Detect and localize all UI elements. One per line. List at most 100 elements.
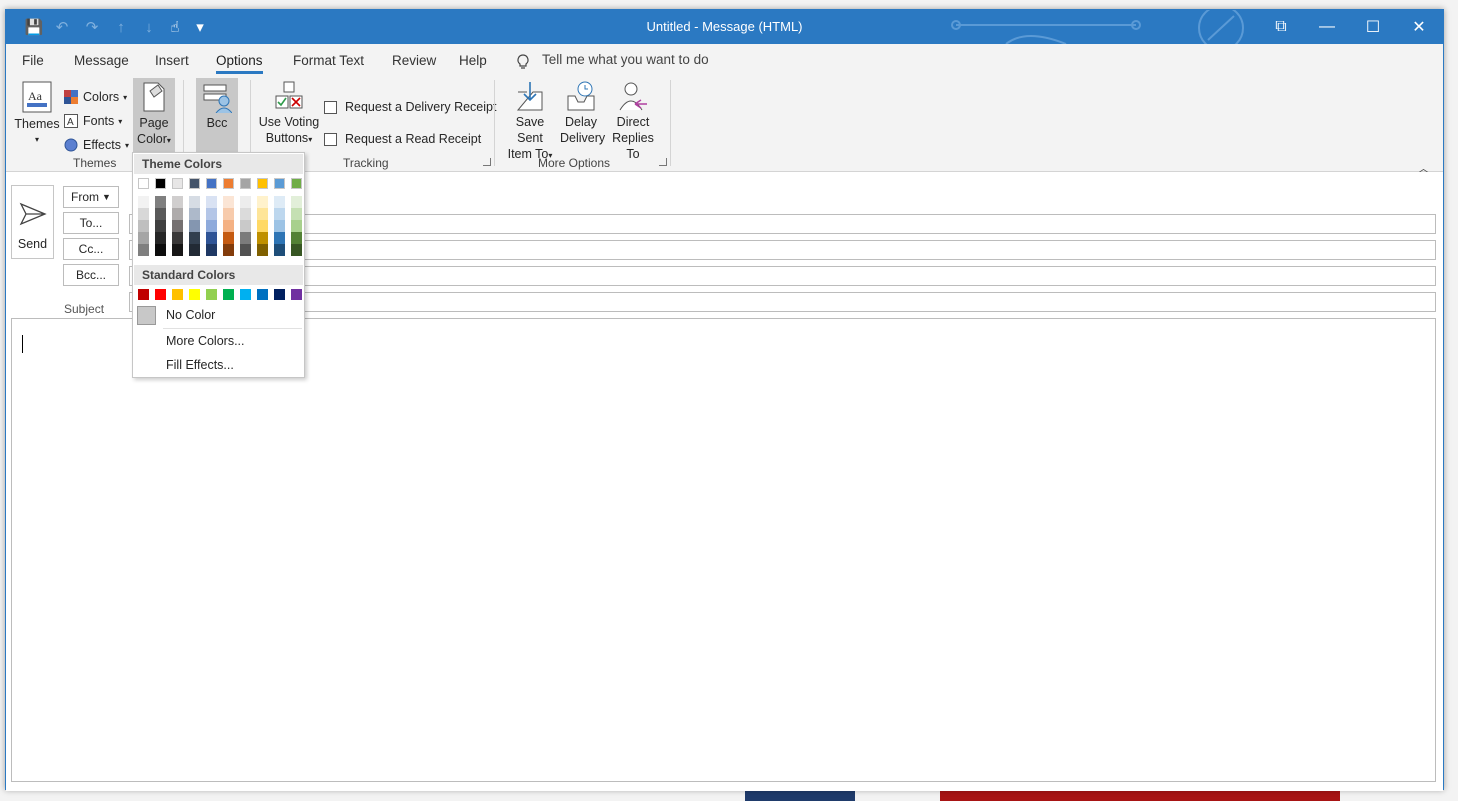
theme-shade-swatch[interactable] [189, 232, 200, 244]
theme-shade-swatch[interactable] [172, 244, 183, 256]
more-options-dialog-launcher-icon[interactable] [659, 158, 667, 166]
theme-color-swatch[interactable] [138, 178, 149, 189]
bcc-toggle-button[interactable]: Bcc [196, 78, 238, 156]
theme-shade-swatch[interactable] [206, 220, 217, 232]
theme-shade-swatch[interactable] [291, 220, 302, 232]
theme-shade-swatch[interactable] [274, 208, 285, 220]
theme-color-swatch[interactable] [189, 178, 200, 189]
theme-shade-swatch[interactable] [206, 196, 217, 208]
bcc-button[interactable]: Bcc... [63, 264, 119, 286]
theme-shade-swatch[interactable] [257, 220, 268, 232]
theme-color-swatch[interactable] [206, 178, 217, 189]
minimize-button[interactable]: — [1304, 10, 1350, 44]
theme-shade-swatch[interactable] [138, 244, 149, 256]
theme-color-swatch[interactable] [240, 178, 251, 189]
themes-button[interactable]: Aa Themes ▾ [14, 80, 60, 148]
theme-shade-swatch[interactable] [189, 208, 200, 220]
no-color-item[interactable]: No Color [166, 308, 215, 322]
tab-help[interactable]: Help [459, 53, 487, 68]
theme-shade-swatch[interactable] [274, 220, 285, 232]
maximize-button[interactable]: ☐ [1350, 10, 1396, 44]
bcc-field[interactable] [129, 266, 1436, 286]
theme-shade-swatch[interactable] [155, 208, 166, 220]
tab-insert[interactable]: Insert [155, 53, 189, 68]
theme-shade-swatch[interactable] [223, 232, 234, 244]
standard-color-swatch[interactable] [138, 289, 149, 300]
theme-shade-swatch[interactable] [257, 196, 268, 208]
theme-shade-swatch[interactable] [291, 208, 302, 220]
theme-shade-swatch[interactable] [189, 244, 200, 256]
theme-shade-swatch[interactable] [240, 244, 251, 256]
theme-color-swatch[interactable] [257, 178, 268, 189]
theme-shade-swatch[interactable] [155, 220, 166, 232]
to-field[interactable] [129, 214, 1436, 234]
voting-buttons-button[interactable]: Use Voting Buttons▾ [258, 80, 320, 148]
theme-color-swatch[interactable] [274, 178, 285, 189]
from-button[interactable]: From ▼ [63, 186, 119, 208]
subject-field[interactable] [129, 292, 1436, 312]
send-button[interactable]: Send [11, 185, 54, 259]
colors-button[interactable]: Colors ▾ [64, 90, 127, 104]
save-sent-item-button[interactable]: Save Sent Item To▾ [502, 80, 558, 164]
close-button[interactable]: ✕ [1396, 10, 1442, 44]
theme-shade-swatch[interactable] [291, 244, 302, 256]
theme-shade-swatch[interactable] [189, 220, 200, 232]
theme-shade-swatch[interactable] [240, 220, 251, 232]
standard-color-swatch[interactable] [274, 289, 285, 300]
theme-shade-swatch[interactable] [240, 196, 251, 208]
theme-shade-swatch[interactable] [206, 232, 217, 244]
theme-color-swatch[interactable] [291, 178, 302, 189]
fonts-button[interactable]: A Fonts ▾ [64, 114, 122, 128]
cc-button[interactable]: Cc... [63, 238, 119, 260]
theme-shade-swatch[interactable] [138, 208, 149, 220]
theme-shade-swatch[interactable] [274, 232, 285, 244]
tab-message[interactable]: Message [74, 53, 129, 68]
delivery-receipt-checkbox[interactable]: Request a Delivery Receipt [324, 100, 496, 114]
tab-file[interactable]: File [22, 53, 44, 68]
page-color-button[interactable]: Page Color▾ [133, 78, 175, 156]
theme-shade-swatch[interactable] [257, 232, 268, 244]
theme-color-swatch[interactable] [155, 178, 166, 189]
theme-shade-swatch[interactable] [223, 196, 234, 208]
theme-shade-swatch[interactable] [138, 196, 149, 208]
tab-format-text[interactable]: Format Text [293, 53, 364, 68]
theme-shade-swatch[interactable] [155, 232, 166, 244]
theme-shade-swatch[interactable] [240, 208, 251, 220]
effects-button[interactable]: Effects ▾ [64, 138, 129, 152]
delay-delivery-button[interactable]: Delay Delivery [560, 80, 605, 146]
theme-shade-swatch[interactable] [172, 196, 183, 208]
theme-shade-swatch[interactable] [172, 232, 183, 244]
theme-shade-swatch[interactable] [172, 208, 183, 220]
tab-options[interactable]: Options [216, 53, 263, 74]
read-receipt-checkbox[interactable]: Request a Read Receipt [324, 132, 481, 146]
theme-color-swatch[interactable] [223, 178, 234, 189]
theme-shade-swatch[interactable] [206, 244, 217, 256]
to-button[interactable]: To... [63, 212, 119, 234]
theme-shade-swatch[interactable] [274, 244, 285, 256]
theme-shade-swatch[interactable] [223, 220, 234, 232]
theme-shade-swatch[interactable] [291, 196, 302, 208]
cc-field[interactable] [129, 240, 1436, 260]
theme-shade-swatch[interactable] [172, 220, 183, 232]
theme-shade-swatch[interactable] [274, 196, 285, 208]
standard-color-swatch[interactable] [223, 289, 234, 300]
standard-color-swatch[interactable] [291, 289, 302, 300]
message-body[interactable] [11, 318, 1436, 782]
standard-color-swatch[interactable] [206, 289, 217, 300]
standard-color-swatch[interactable] [172, 289, 183, 300]
theme-shade-swatch[interactable] [189, 196, 200, 208]
standard-color-swatch[interactable] [240, 289, 251, 300]
theme-shade-swatch[interactable] [257, 244, 268, 256]
standard-color-swatch[interactable] [155, 289, 166, 300]
theme-shade-swatch[interactable] [223, 244, 234, 256]
theme-shade-swatch[interactable] [257, 208, 268, 220]
theme-shade-swatch[interactable] [291, 232, 302, 244]
theme-shade-swatch[interactable] [223, 208, 234, 220]
tab-review[interactable]: Review [392, 53, 436, 68]
direct-replies-button[interactable]: Direct Replies To [604, 80, 662, 162]
more-colors-item[interactable]: More Colors... [166, 334, 245, 348]
standard-color-swatch[interactable] [189, 289, 200, 300]
theme-shade-swatch[interactable] [138, 232, 149, 244]
ribbon-display-options-button[interactable]: ⧉ [1258, 10, 1304, 44]
theme-color-swatch[interactable] [172, 178, 183, 189]
